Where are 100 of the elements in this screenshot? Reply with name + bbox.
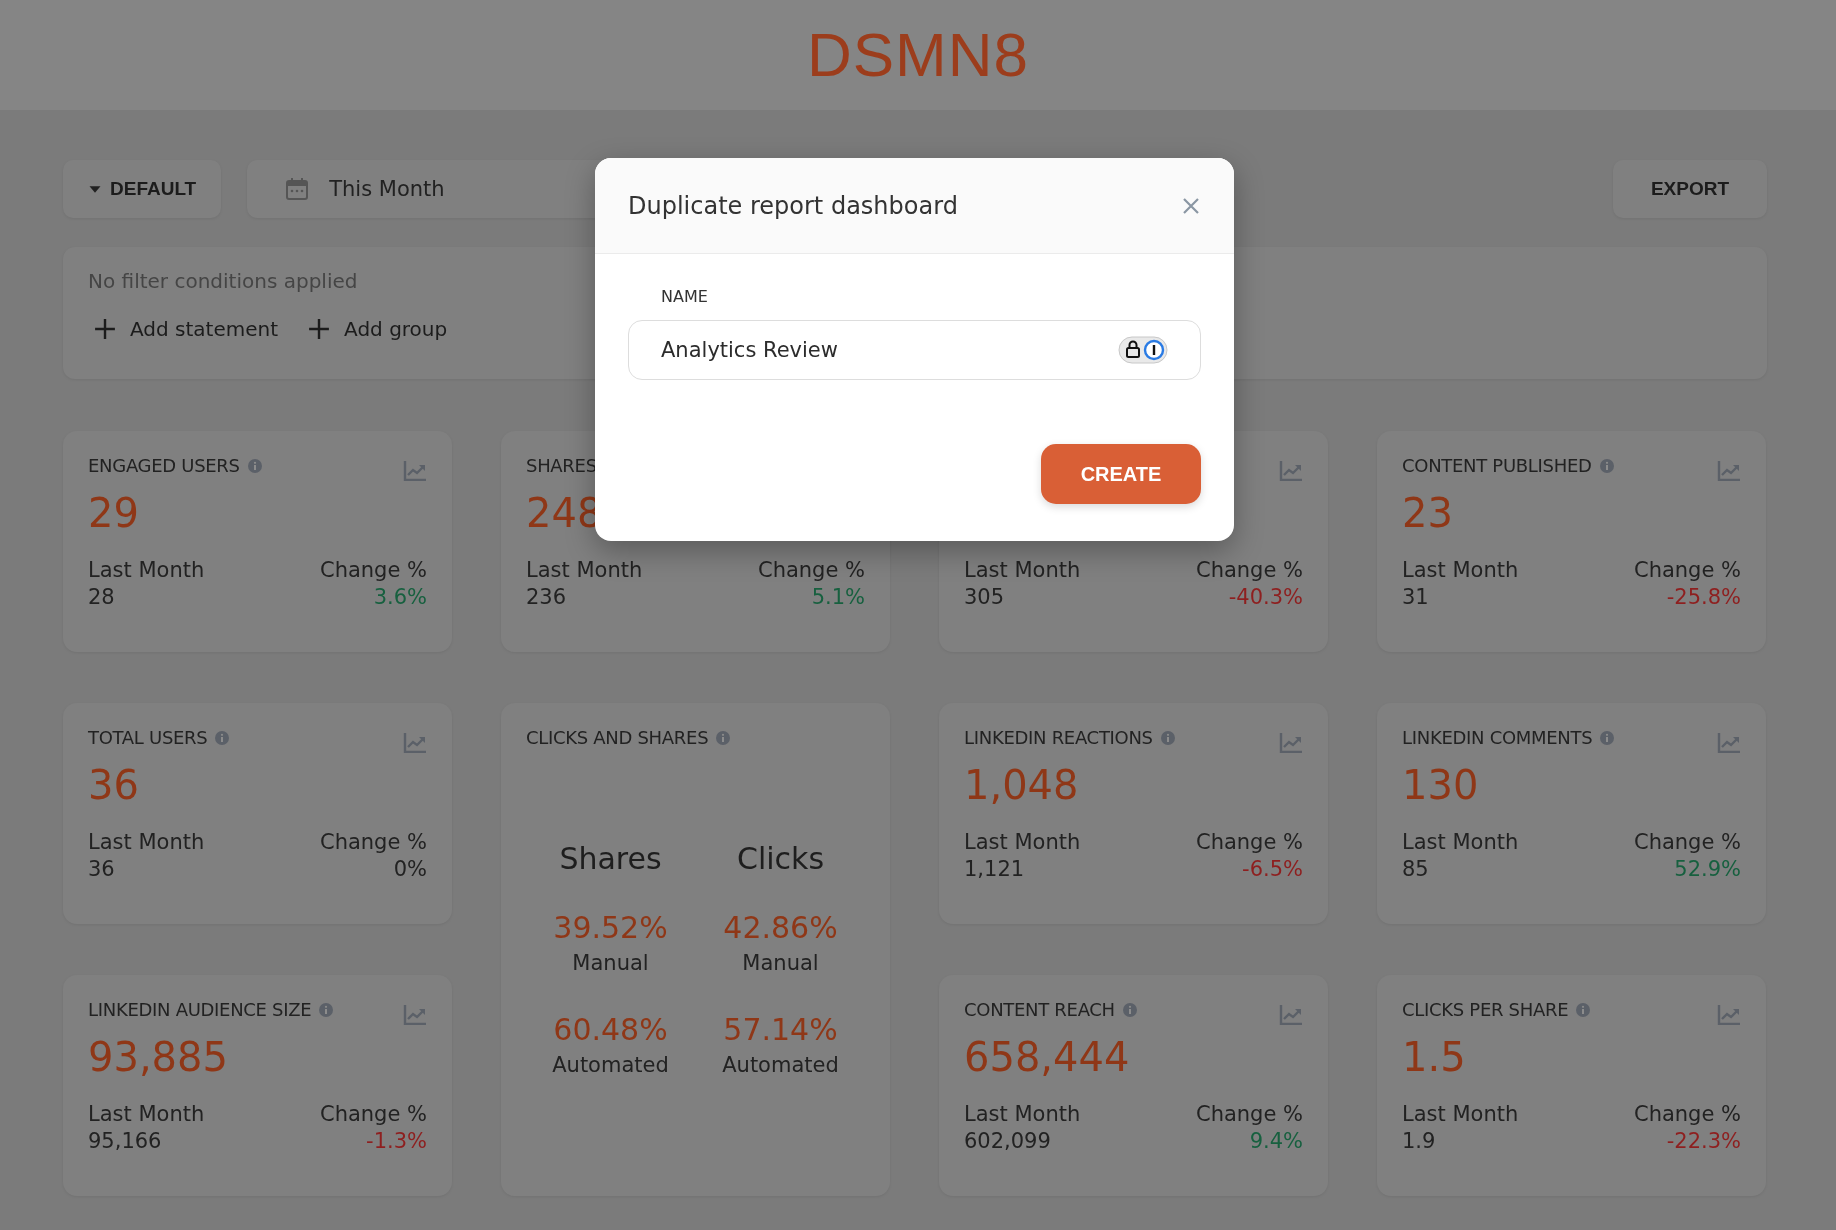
calendar-icon xyxy=(285,177,310,201)
info-icon[interactable] xyxy=(1160,730,1175,745)
plus-icon xyxy=(94,318,116,340)
change-label: Change % xyxy=(1633,829,1741,856)
chart-icon[interactable] xyxy=(403,1003,427,1025)
column-heading: Clicks xyxy=(736,841,825,876)
add-filter-button[interactable]: Add group xyxy=(302,317,454,341)
card-title: CONTENT PUBLISHED xyxy=(1402,455,1592,476)
chart-icon[interactable] xyxy=(403,459,427,481)
info-icon[interactable] xyxy=(716,730,731,745)
metric-value: 658,444 xyxy=(964,1033,1131,1082)
chart-icon[interactable] xyxy=(1717,459,1741,481)
last-month-label: Last Month xyxy=(526,557,643,584)
info-icon[interactable] xyxy=(1599,458,1614,473)
card-title: CONTENT REACH xyxy=(964,999,1115,1020)
last-month-label: Last Month xyxy=(1402,557,1519,584)
change-value: -6.5% xyxy=(1242,856,1303,883)
create-button[interactable]: CREATE xyxy=(1041,444,1201,504)
info-icon[interactable] xyxy=(215,730,230,745)
card-title: CLICKS AND SHARES xyxy=(526,727,709,748)
card-title: LINKEDIN AUDIENCE SIZE xyxy=(88,999,312,1020)
last-month-value: 28 xyxy=(88,584,115,611)
change-value: 9.4% xyxy=(1249,1128,1303,1155)
last-month-label: Last Month xyxy=(88,557,205,584)
last-month-value: 236 xyxy=(526,584,567,611)
last-month-label: Last Month xyxy=(88,829,205,856)
last-month-value: 305 xyxy=(964,584,1005,611)
change-value: -25.8% xyxy=(1666,584,1741,611)
percent-value: 42.86% xyxy=(723,909,838,947)
metric-value: 130 xyxy=(1402,761,1480,810)
info-icon[interactable] xyxy=(1122,1002,1137,1017)
password-manager-icon[interactable] xyxy=(1118,336,1168,364)
info-icon[interactable] xyxy=(247,458,262,473)
plus-icon xyxy=(308,318,331,340)
last-month-value: 1,121 xyxy=(964,856,1025,883)
chart-icon[interactable] xyxy=(1717,731,1741,753)
chart-icon[interactable] xyxy=(1279,731,1303,753)
change-label: Change % xyxy=(1195,1101,1303,1128)
change-label: Change % xyxy=(319,829,427,856)
date-range-text: This Month xyxy=(329,177,445,201)
last-month-label: Last Month xyxy=(1402,829,1519,856)
last-month-label: Last Month xyxy=(1402,1101,1519,1128)
chart-icon[interactable] xyxy=(403,731,427,753)
chart-icon[interactable] xyxy=(1717,1003,1741,1025)
change-value: 52.9% xyxy=(1674,856,1741,883)
change-label: Change % xyxy=(1195,557,1303,584)
name-field[interactable]: Analytics Review xyxy=(628,320,1201,380)
chart-icon[interactable] xyxy=(1279,459,1303,481)
metric-value: 1,048 xyxy=(964,761,1080,810)
last-month-value: 95,166 xyxy=(88,1128,162,1155)
close-icon[interactable] xyxy=(1182,196,1200,215)
change-label: Change % xyxy=(319,557,427,584)
change-value: -22.3% xyxy=(1666,1128,1741,1155)
change-label: Change % xyxy=(1633,1101,1741,1128)
change-value: -1.3% xyxy=(366,1128,427,1155)
filter-empty-text: No filter conditions applied xyxy=(88,269,359,293)
card-title: TOTAL USERS xyxy=(88,727,208,748)
last-month-label: Last Month xyxy=(964,829,1081,856)
last-month-label: Last Month xyxy=(964,557,1081,584)
percent-label: Automated xyxy=(552,1052,669,1079)
add-filter-button[interactable]: Add statement xyxy=(88,317,285,341)
chart-icon[interactable] xyxy=(1279,1003,1303,1025)
metric-value: 29 xyxy=(88,489,140,538)
change-label: Change % xyxy=(1195,829,1303,856)
info-icon[interactable] xyxy=(1600,730,1615,745)
card-title: CLICKS PER SHARE xyxy=(1402,999,1569,1020)
caret-icon xyxy=(88,183,102,195)
last-month-value: 1.9 xyxy=(1402,1128,1436,1155)
percent-value: 39.52% xyxy=(553,909,668,947)
metric-value: 93,885 xyxy=(88,1033,229,1082)
last-month-value: 85 xyxy=(1402,856,1429,883)
percent-label: Manual xyxy=(572,950,649,977)
info-icon[interactable] xyxy=(1576,1002,1591,1017)
card-title: SHARES xyxy=(526,455,597,476)
last-month-value: 31 xyxy=(1402,584,1429,611)
percent-value: 57.14% xyxy=(723,1011,838,1049)
change-label: Change % xyxy=(319,1101,427,1128)
change-value: 0% xyxy=(393,856,427,883)
metric-value: 36 xyxy=(88,761,140,810)
preset-dropdown[interactable]: DEFAULT xyxy=(63,160,222,218)
change-value: 5.1% xyxy=(811,584,865,611)
change-value: 3.6% xyxy=(373,584,427,611)
card-title: ENGAGED USERS xyxy=(88,455,240,476)
last-month-label: Last Month xyxy=(964,1101,1081,1128)
metric-value: 1.5 xyxy=(1402,1033,1467,1082)
percent-label: Automated xyxy=(722,1052,839,1079)
info-icon[interactable] xyxy=(319,1002,334,1017)
last-month-value: 602,099 xyxy=(964,1128,1051,1155)
percent-label: Manual xyxy=(742,950,819,977)
last-month-label: Last Month xyxy=(88,1101,205,1128)
export-button[interactable]: EXPORT xyxy=(1612,160,1767,218)
change-label: Change % xyxy=(757,557,865,584)
percent-value: 60.48% xyxy=(553,1011,668,1049)
change-label: Change % xyxy=(1633,557,1741,584)
card-title: LINKEDIN REACTIONS xyxy=(964,727,1153,748)
card-title: LINKEDIN COMMENTS xyxy=(1402,727,1593,748)
field-label: NAME xyxy=(661,287,709,306)
change-value: -40.3% xyxy=(1228,584,1303,611)
metric-value: 23 xyxy=(1402,489,1454,538)
last-month-value: 36 xyxy=(88,856,115,883)
